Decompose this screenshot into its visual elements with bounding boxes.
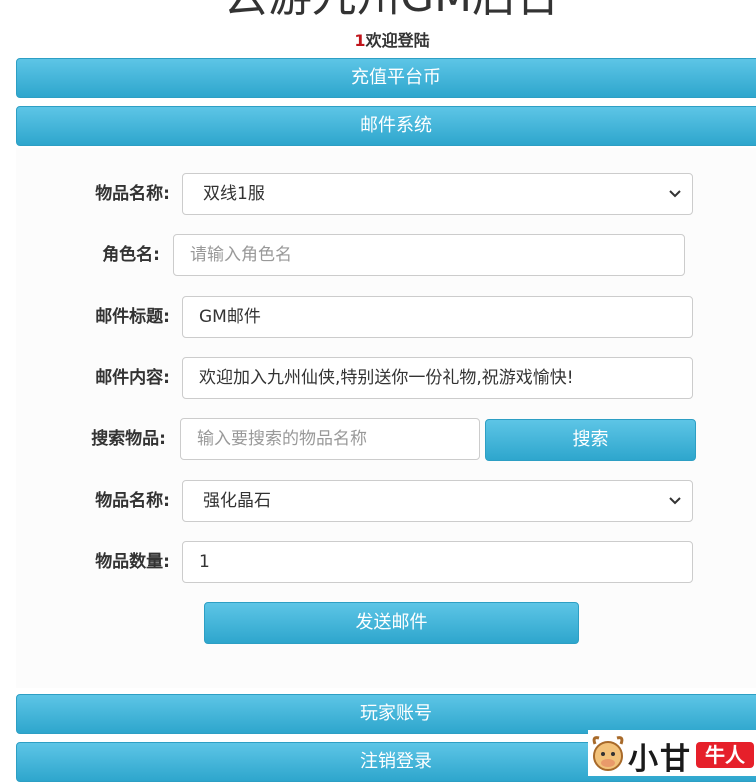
players-menu-button[interactable]: 玩家账号 [16, 694, 756, 734]
role-label: 角色名: [102, 245, 160, 265]
content-input[interactable]: 欢迎加入九州仙侠,特别送你一份礼物,祝游戏愉快! [182, 357, 693, 399]
chevron-down-icon [668, 174, 682, 214]
mail-menu-button[interactable]: 邮件系统 [16, 106, 756, 146]
quantity-label: 物品数量: [95, 552, 170, 572]
welcome-line: 1欢迎登陆 [0, 27, 756, 51]
chevron-down-icon [668, 481, 682, 521]
watermark-text-2: 牛人 [696, 742, 754, 768]
page-title: 云游九州GM后台 [0, 0, 756, 22]
recharge-menu-button[interactable]: 充值平台币 [16, 58, 756, 98]
server-select-value: 双线1服 [203, 184, 265, 204]
subject-input[interactable]: GM邮件 [182, 296, 693, 338]
search-input[interactable]: 输入要搜索的物品名称 [180, 418, 480, 460]
quantity-input[interactable]: 1 [182, 541, 693, 583]
search-label: 搜索物品: [91, 429, 166, 449]
subject-label: 邮件标题: [95, 307, 170, 327]
send-mail-button[interactable]: 发送邮件 [204, 602, 579, 644]
watermark-logo: 小甘 牛人 [588, 730, 756, 777]
content-label: 邮件内容: [95, 368, 170, 388]
watermark-text-1: 小甘 [628, 742, 692, 777]
server-label: 物品名称: [95, 184, 170, 204]
user-id: 1 [354, 31, 366, 50]
item-select-value: 强化晶石 [203, 491, 271, 511]
welcome-text: 欢迎登陆 [365, 31, 430, 50]
search-button[interactable]: 搜索 [485, 419, 696, 461]
role-name-input[interactable]: 请输入角色名 [173, 234, 685, 276]
item-select[interactable]: 强化晶石 [182, 480, 693, 522]
server-select[interactable]: 双线1服 [182, 173, 693, 215]
ox-mascot-icon [592, 736, 624, 771]
item-label: 物品名称: [95, 491, 170, 511]
